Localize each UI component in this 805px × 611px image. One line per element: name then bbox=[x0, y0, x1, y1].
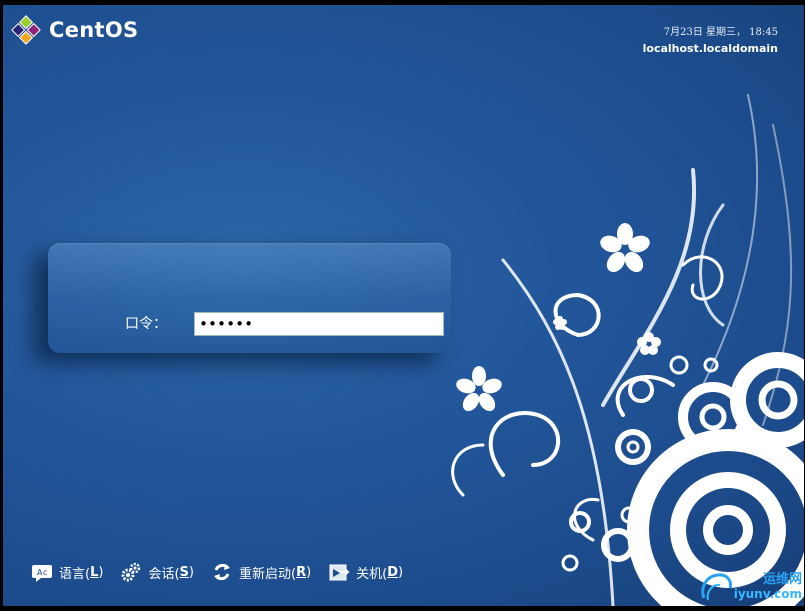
watermark-text: 运维网 bbox=[762, 572, 802, 587]
language-icon: A c bbox=[32, 565, 52, 582]
shutdown-hotkey: D bbox=[387, 564, 399, 580]
restart-suffix: ) bbox=[306, 564, 312, 580]
centos-logo-icon bbox=[11, 15, 41, 45]
svg-text:c: c bbox=[43, 568, 47, 577]
password-input[interactable]: •••••• bbox=[194, 312, 444, 336]
hostname: localhost.localdomain bbox=[642, 42, 778, 55]
session-gears-icon bbox=[121, 562, 141, 582]
session-label: 会话( bbox=[148, 566, 180, 582]
session-suffix: ) bbox=[188, 564, 194, 580]
bottom-action-bar: A c 语言(L) 会话(S) 重新启动(R) 关机(D) bbox=[31, 561, 420, 583]
watermark-logo-icon bbox=[701, 573, 732, 601]
language-suffix: ) bbox=[98, 564, 104, 580]
watermark: 运维网 iyunv.com bbox=[698, 570, 802, 604]
date-time: 7月23日 星期三， 18:45 bbox=[663, 27, 778, 38]
restart-icon bbox=[213, 563, 230, 581]
shutdown-suffix: ) bbox=[398, 564, 404, 580]
shutdown-icon bbox=[329, 564, 350, 581]
login-screen: CentOS 7月23日 星期三， 18:45 localhost.locald… bbox=[3, 5, 804, 606]
session-button[interactable]: 会话(S) bbox=[120, 561, 194, 583]
language-label: 语言( bbox=[59, 566, 91, 582]
shutdown-label: 关机( bbox=[356, 566, 388, 582]
restart-label: 重新启动( bbox=[238, 566, 297, 582]
restart-hotkey: R bbox=[296, 564, 307, 580]
brand-name: CentOS bbox=[49, 18, 139, 42]
language-hotkey: L bbox=[90, 564, 99, 580]
restart-button[interactable]: 重新启动(R) bbox=[211, 561, 311, 583]
shutdown-button[interactable]: 关机(D) bbox=[328, 561, 403, 583]
password-label: 口令： bbox=[125, 316, 167, 332]
centos-logo: CentOS bbox=[11, 15, 138, 45]
session-hotkey: S bbox=[179, 564, 189, 580]
clock-panel: 7月23日 星期三， 18:45 localhost.localdomain bbox=[643, 23, 778, 55]
login-panel bbox=[48, 243, 451, 353]
watermark-url: iyunv.com bbox=[733, 587, 802, 601]
language-button[interactable]: A c 语言(L) bbox=[31, 561, 103, 583]
